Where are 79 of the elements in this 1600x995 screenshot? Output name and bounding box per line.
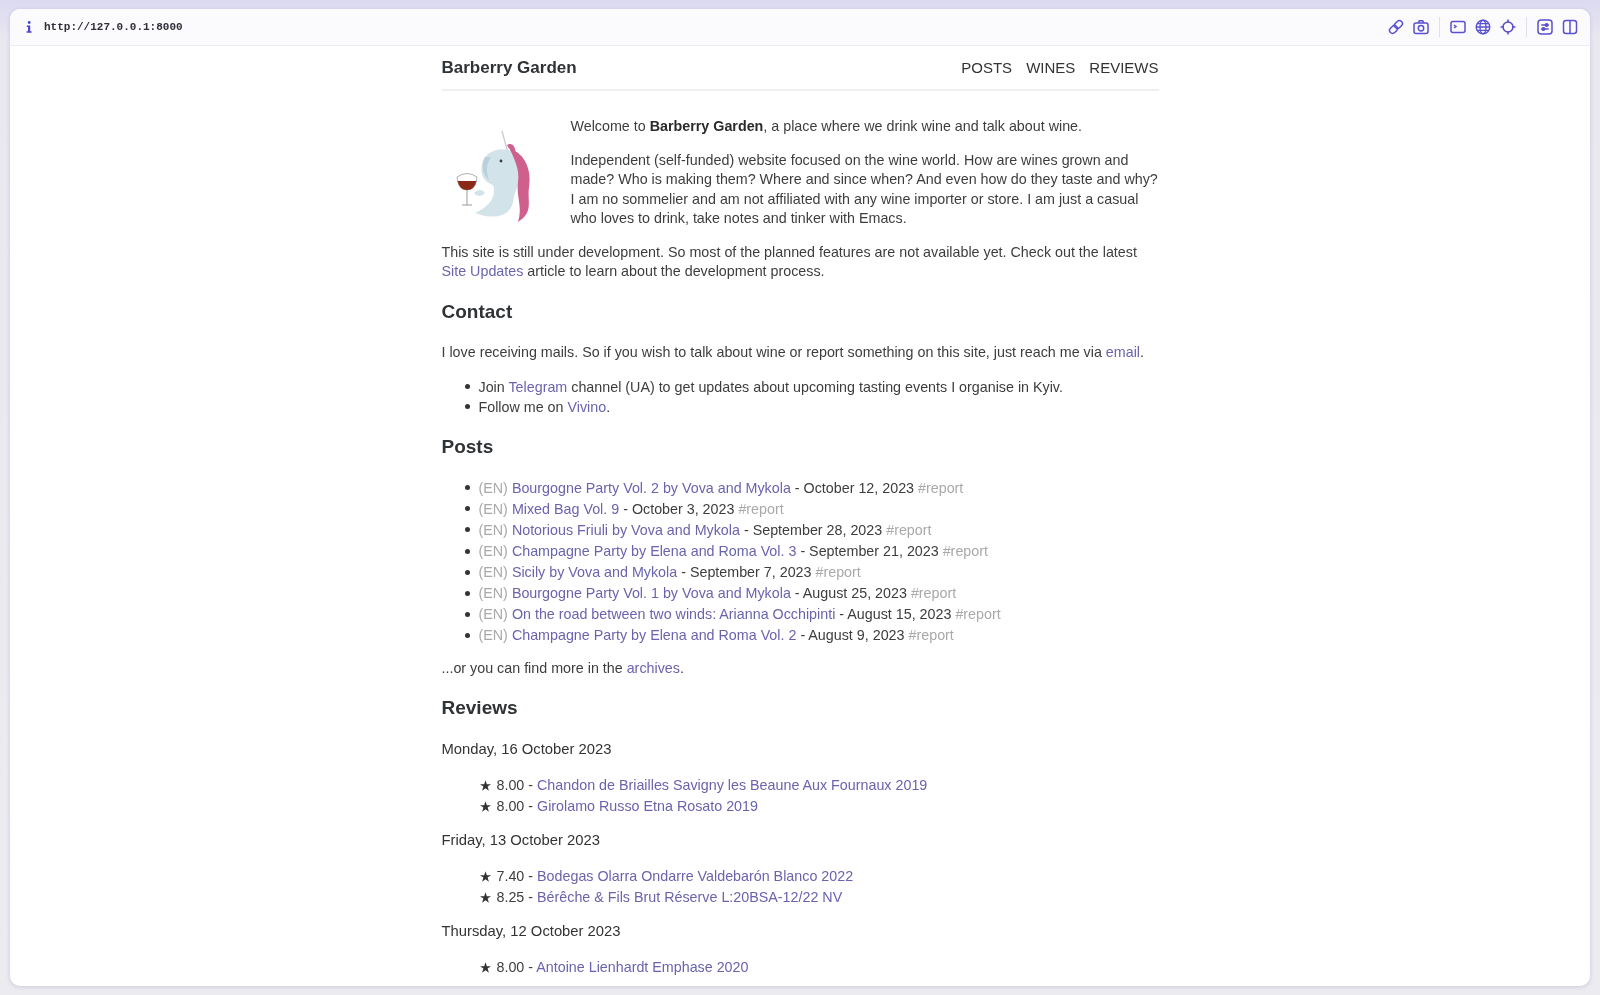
language-tag: (EN) bbox=[478, 584, 508, 601]
bullet-icon bbox=[465, 384, 470, 390]
bullet-icon bbox=[465, 527, 470, 533]
site-title[interactable]: Barberry Garden bbox=[441, 57, 577, 79]
welcome-text: Welcome to Barberry Garden, a place where we drink wine and talk about wine. bbox=[570, 117, 1084, 136]
contact-link[interactable]: Telegram bbox=[508, 378, 568, 395]
about-text: Independent (self-funded) website focused on the wine world. How are wines grown and made? Who is making them? Where and since when? And even how do they taste and why? I am no sommelier and am not affiliated with any wine importer or store. I am just a casual who loves to drink, take notes and tinker with Emacs. bbox=[570, 150, 1159, 228]
notice-text: This site is still under development. So most of the planned features are not available yet. Check out the latest Site Updates article to learn about the development process. bbox=[441, 242, 1138, 281]
review-score: 8.25 - bbox=[496, 888, 534, 905]
post-link[interactable]: Bourgogne Party Vol. 2 by Vova and Mykola bbox=[511, 479, 791, 496]
archives-link[interactable]: archives bbox=[626, 659, 680, 676]
globe-icon[interactable] bbox=[1475, 19, 1491, 35]
url-text[interactable]: http://127.0.0.1:8000 bbox=[44, 21, 183, 33]
post-link[interactable]: On the road between two winds: Arianna Occhipinti bbox=[511, 606, 836, 623]
email-link[interactable]: email bbox=[1105, 343, 1140, 360]
wine-link[interactable]: Chandon de Briailles Savigny les Beaune Aux Fournaux 2019 bbox=[537, 777, 928, 794]
camera-icon[interactable] bbox=[1413, 19, 1429, 35]
sliders-icon[interactable] bbox=[1537, 19, 1553, 35]
bullet-icon bbox=[465, 569, 470, 575]
crosshair-icon[interactable] bbox=[1500, 19, 1516, 35]
wine-link[interactable]: Girolamo Russo Etna Rosato 2019 bbox=[537, 797, 758, 814]
language-tag: (EN) bbox=[478, 479, 508, 496]
contact-item: Follow me on Vivino. bbox=[478, 398, 611, 415]
bullet-icon bbox=[465, 590, 470, 596]
language-tag: (EN) bbox=[478, 627, 508, 644]
nav-link[interactable]: REVIEWS bbox=[1089, 57, 1159, 79]
post-link[interactable]: Champagne Party by Elena and Roma Vol. 3 bbox=[511, 542, 797, 559]
link-icon[interactable] bbox=[1388, 19, 1404, 35]
nav-link[interactable]: POSTS bbox=[961, 57, 1013, 79]
language-tag: (EN) bbox=[478, 500, 508, 517]
review-date: Thursday, 12 October 2023 bbox=[441, 922, 622, 942]
star-icon bbox=[479, 800, 491, 812]
bullet-icon bbox=[465, 548, 470, 554]
section-heading: Contact bbox=[441, 299, 514, 324]
post-link[interactable]: Sicily by Vova and Mykola bbox=[511, 563, 678, 580]
section-heading: Posts bbox=[441, 434, 495, 459]
review-score: 8.00 - bbox=[496, 959, 534, 976]
post-date: - August 25, 2023 bbox=[794, 584, 907, 601]
language-tag: (EN) bbox=[478, 542, 508, 559]
post-date: - October 12, 2023 bbox=[794, 479, 915, 496]
language-tag: (EN) bbox=[478, 563, 508, 580]
post-link[interactable]: Champagne Party by Elena and Roma Vol. 2 bbox=[511, 627, 797, 644]
wine-link[interactable]: Antoine Lienhardt Emphase 2020 bbox=[536, 959, 749, 976]
star-icon bbox=[479, 962, 491, 974]
star-icon bbox=[479, 891, 491, 903]
post-link[interactable]: Mixed Bag Vol. 9 bbox=[511, 500, 620, 517]
post-date: - August 9, 2023 bbox=[800, 627, 905, 644]
review-score: 7.40 - bbox=[496, 868, 534, 885]
language-tag: (EN) bbox=[478, 521, 508, 538]
info-icon[interactable] bbox=[26, 21, 32, 33]
post-link[interactable]: Bourgogne Party Vol. 1 by Vova and Mykola bbox=[511, 584, 791, 601]
bullet-icon bbox=[465, 506, 470, 512]
post-date: - August 15, 2023 bbox=[839, 606, 952, 623]
bullet-icon bbox=[465, 485, 470, 491]
review-date: Monday, 16 October 2023 bbox=[441, 740, 613, 760]
contact-item: Join Telegram channel (UA) to get updates about upcoming tasting events I organise in Kyiv. bbox=[478, 378, 1063, 395]
star-icon bbox=[479, 871, 491, 883]
wine-link[interactable]: Bérêche & Fils Brut Réserve L:20BSA-12/22 NV bbox=[537, 888, 843, 905]
bullet-icon bbox=[465, 404, 470, 410]
post-link[interactable]: Notorious Friuli by Vova and Mykola bbox=[511, 521, 740, 538]
contact-text: I love receiving mails. So if you wish to talk about wine or report something on this site, just reach me via email. bbox=[441, 342, 1145, 362]
review-score: 8.00 - bbox=[496, 777, 534, 794]
post-date: - September 21, 2023 bbox=[800, 542, 939, 559]
split-view-icon[interactable] bbox=[1562, 19, 1578, 35]
site-updates-link[interactable]: Site Updates bbox=[441, 263, 524, 279]
nav-link[interactable]: WINES bbox=[1026, 57, 1076, 79]
section-heading: Reviews bbox=[441, 696, 519, 721]
wine-link[interactable]: Bodegas Olarra Ondarre Valdebarón Blanco 2022 bbox=[537, 868, 854, 885]
post-date: - September 7, 2023 bbox=[681, 563, 812, 580]
post-date: - September 28, 2023 bbox=[743, 521, 883, 538]
terminal-icon[interactable] bbox=[1450, 19, 1466, 35]
bullet-icon bbox=[465, 632, 470, 638]
language-tag: (EN) bbox=[478, 606, 508, 623]
review-score: 8.00 - bbox=[496, 797, 534, 814]
review-date: Friday, 13 October 2023 bbox=[441, 831, 601, 851]
archives-text: ...or you can find more in the archives. bbox=[441, 658, 685, 678]
star-icon bbox=[479, 780, 491, 792]
post-date: - October 3, 2023 bbox=[623, 500, 735, 517]
bullet-icon bbox=[465, 611, 470, 617]
